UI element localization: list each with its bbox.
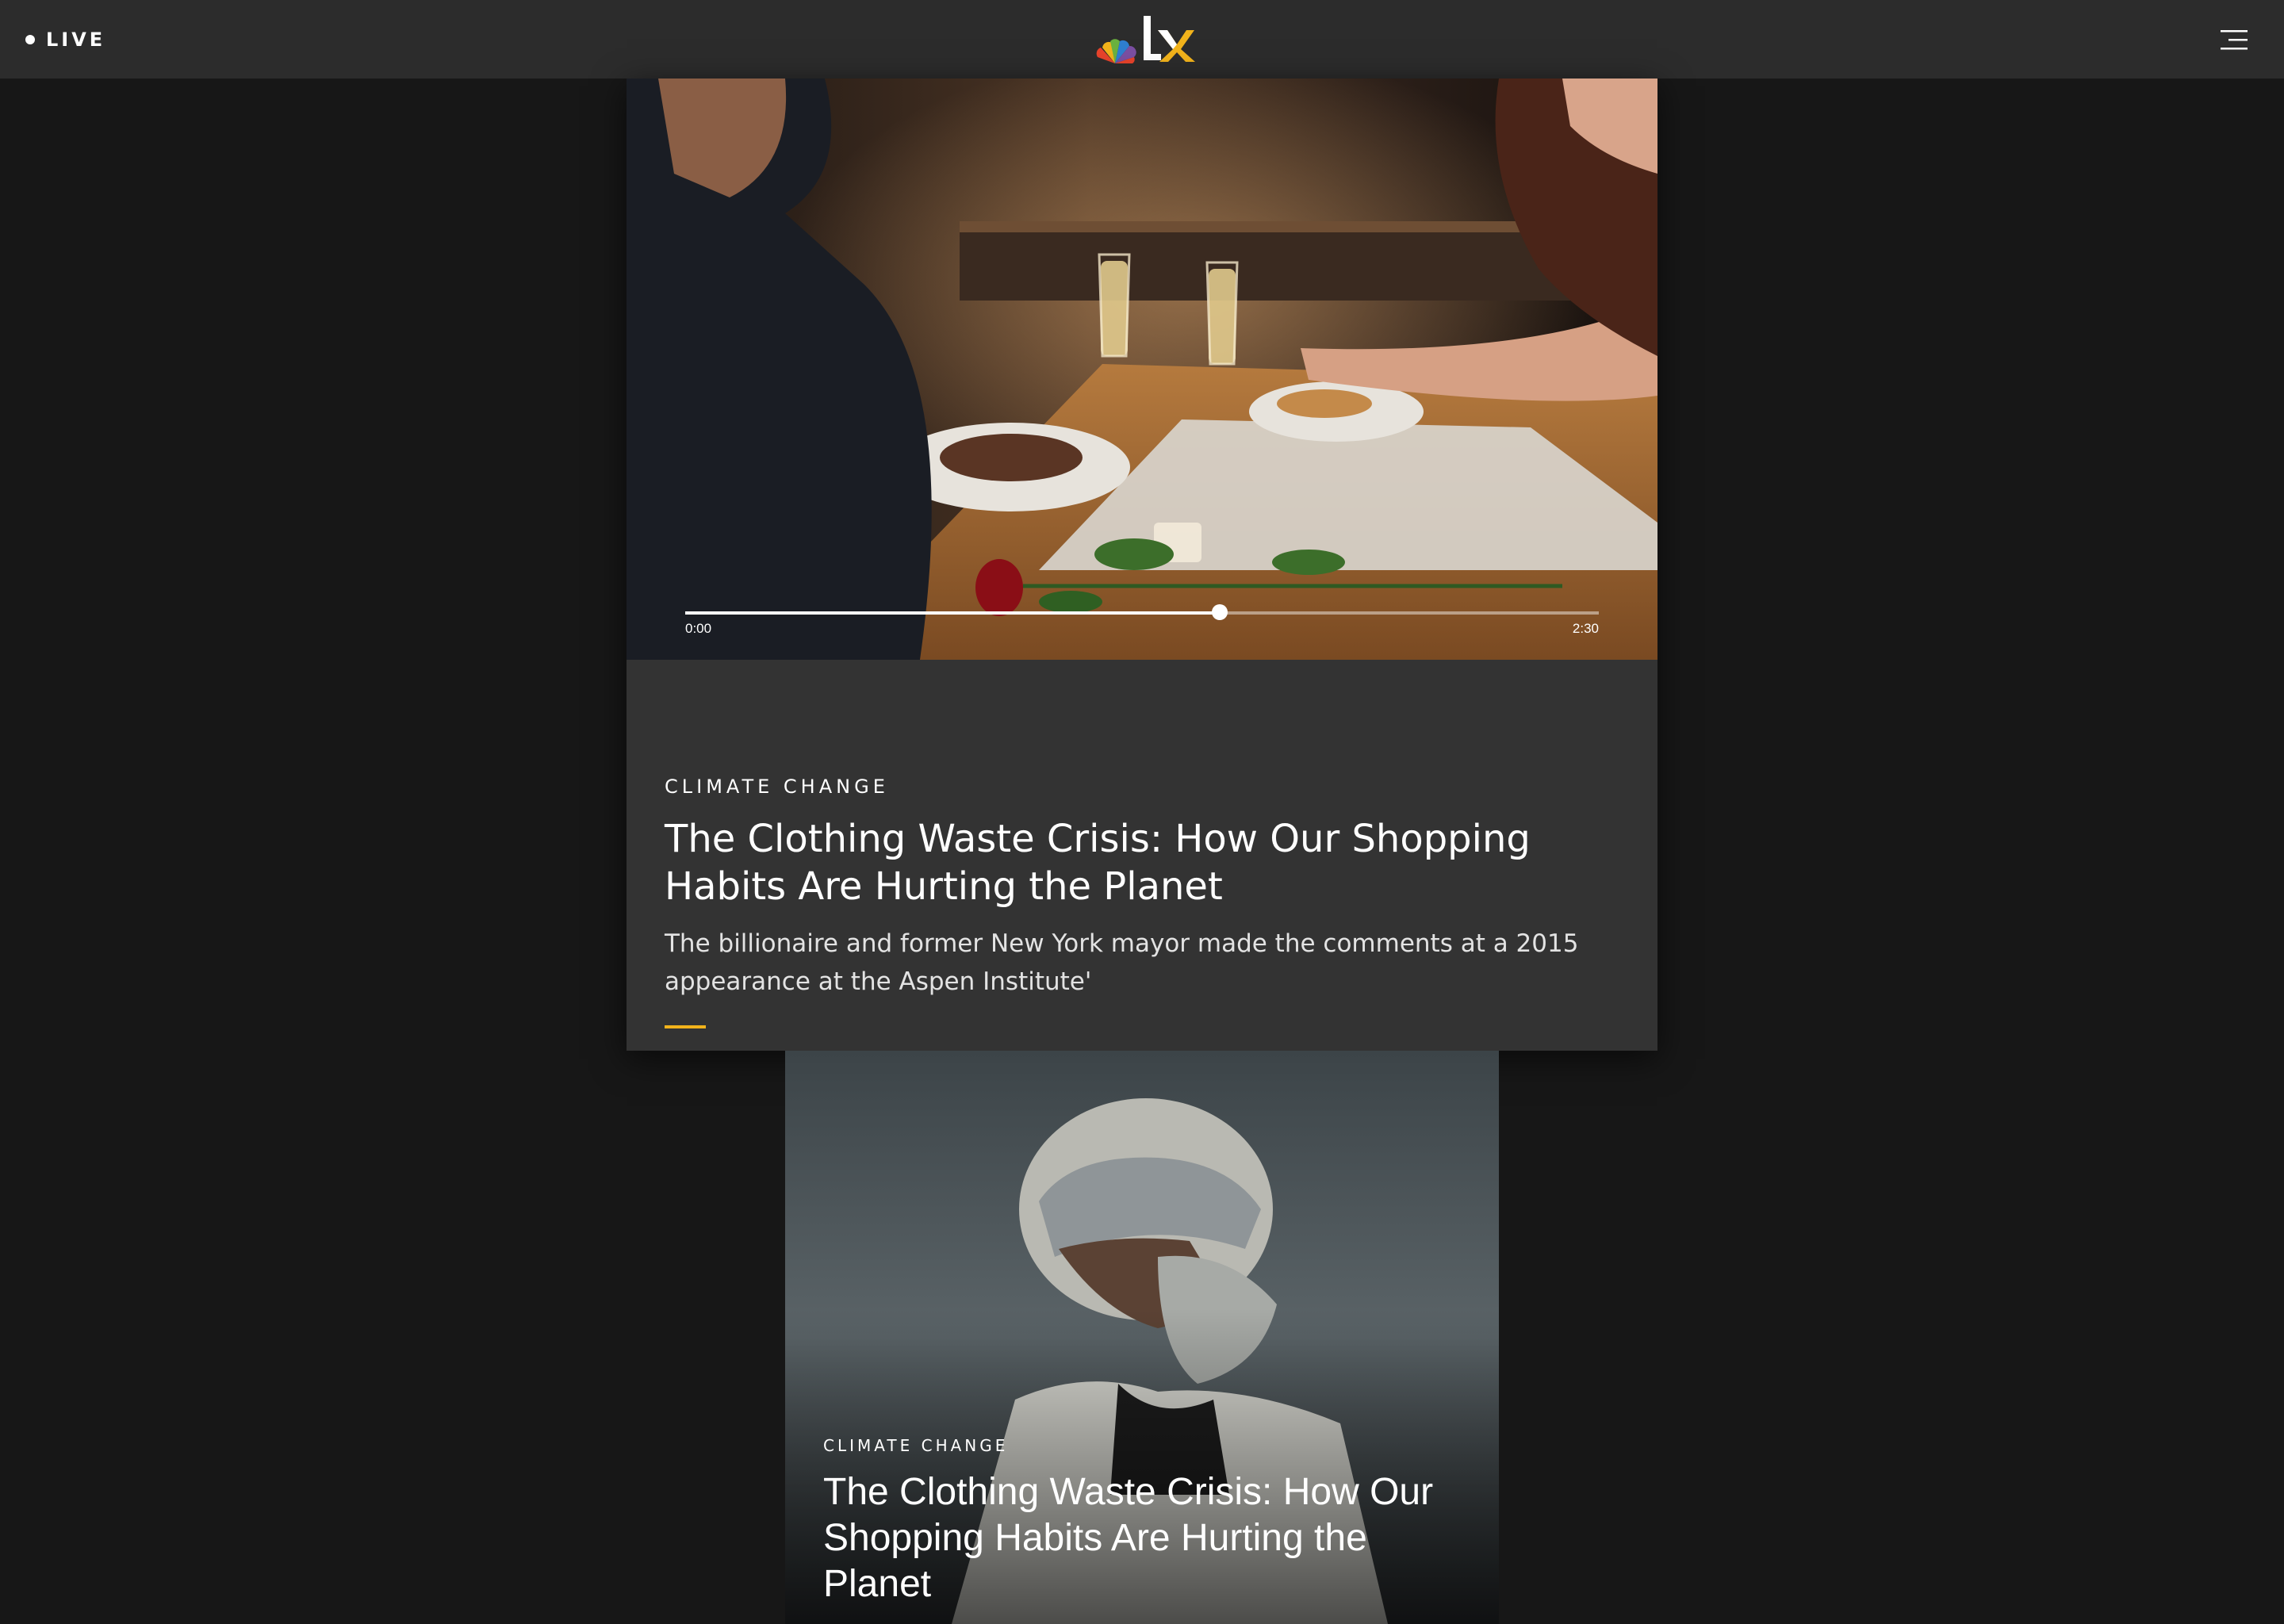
- story-description: The billionaire and former New York mayo…: [665, 929, 1579, 996]
- live-link[interactable]: LIVE: [25, 25, 105, 54]
- video-player[interactable]: 0:00 2:30: [627, 79, 1657, 660]
- peacock-icon: [1096, 39, 1136, 63]
- hamburger-menu-icon[interactable]: [2221, 27, 2255, 52]
- video-progress-fill: [685, 611, 1220, 615]
- accent-divider: [665, 1025, 706, 1028]
- top-navigation-bar: LIVE LX: [0, 0, 2284, 79]
- video-progress-bar[interactable]: [685, 604, 1599, 620]
- story-headline[interactable]: The Clothing Waste Crisis: How Our Shopp…: [823, 1469, 1473, 1607]
- story-headline[interactable]: The Clothing Waste Crisis: How Our Shopp…: [665, 815, 1600, 910]
- featured-video-card: 0:00 2:30 CLIMATE CHANGE The Clothing Wa…: [627, 79, 1657, 1115]
- story-category-label[interactable]: CLIMATE CHANGE: [665, 776, 889, 798]
- video-current-time: 0:00: [685, 621, 712, 636]
- live-dot-icon: [25, 35, 35, 44]
- video-scrubber-handle[interactable]: [1211, 604, 1228, 620]
- video-duration: 2:30: [1572, 621, 1599, 636]
- story-category-label[interactable]: CLIMATE CHANGE: [823, 1436, 1008, 1455]
- story-card[interactable]: CLIMATE CHANGE The Clothing Waste Crisis…: [785, 1051, 1499, 1624]
- live-label: LIVE: [46, 29, 106, 51]
- video-thumbnail: [627, 79, 1657, 660]
- nbc-lx-logo[interactable]: LX: [1094, 13, 1198, 67]
